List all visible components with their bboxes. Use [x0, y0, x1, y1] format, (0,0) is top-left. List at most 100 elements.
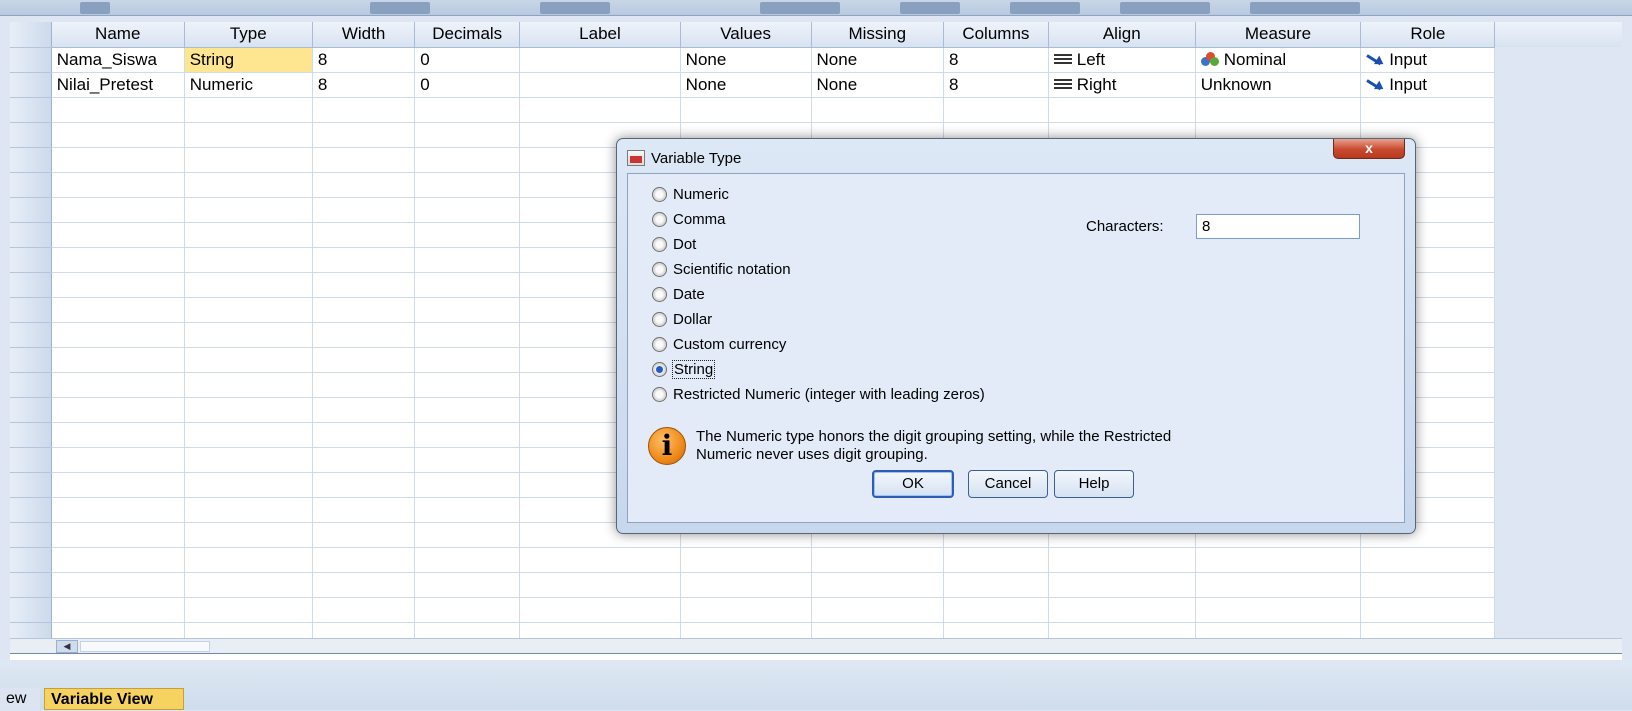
empty-cell[interactable]: [414, 272, 521, 298]
empty-cell[interactable]: [51, 547, 185, 573]
toolbar-icon[interactable]: [540, 2, 610, 14]
toolbar-icon[interactable]: [760, 2, 840, 14]
empty-cell[interactable]: [414, 297, 521, 323]
cell-width[interactable]: 8: [312, 47, 416, 73]
row-header[interactable]: [10, 147, 52, 173]
empty-cell[interactable]: [680, 572, 812, 598]
characters-input[interactable]: [1196, 214, 1360, 239]
empty-cell[interactable]: [312, 147, 416, 173]
empty-cell[interactable]: [184, 472, 313, 498]
empty-cell[interactable]: [312, 172, 416, 198]
cell-name[interactable]: Nama_Siswa: [51, 47, 185, 73]
row-header[interactable]: [10, 272, 52, 298]
empty-cell[interactable]: [414, 172, 521, 198]
empty-cell[interactable]: [519, 547, 681, 573]
row-header[interactable]: [10, 197, 52, 223]
empty-cell[interactable]: [312, 547, 416, 573]
empty-cell[interactable]: [51, 172, 185, 198]
row-header[interactable]: [10, 72, 52, 98]
col-header-decimals[interactable]: Decimals: [414, 22, 521, 48]
empty-cell[interactable]: [312, 422, 416, 448]
empty-cell[interactable]: [414, 197, 521, 223]
cell-values[interactable]: None: [680, 47, 812, 73]
tab-data-view[interactable]: ew: [0, 688, 40, 710]
cell-label[interactable]: [519, 47, 681, 73]
empty-cell[interactable]: [1195, 97, 1362, 123]
row-header[interactable]: [10, 497, 52, 523]
empty-cell[interactable]: [184, 547, 313, 573]
empty-cell[interactable]: [312, 447, 416, 473]
cell-missing[interactable]: None: [811, 47, 945, 73]
empty-cell[interactable]: [414, 472, 521, 498]
empty-cell[interactable]: [680, 597, 812, 623]
empty-cell[interactable]: [811, 547, 945, 573]
cell-role[interactable]: Input: [1360, 47, 1496, 73]
empty-cell[interactable]: [519, 97, 681, 123]
empty-cell[interactable]: [51, 422, 185, 448]
row-header[interactable]: [10, 447, 52, 473]
row-header[interactable]: [10, 372, 52, 398]
empty-cell[interactable]: [414, 372, 521, 398]
col-header-width[interactable]: Width: [312, 22, 416, 48]
empty-cell[interactable]: [51, 572, 185, 598]
row-header[interactable]: [10, 97, 52, 123]
empty-cell[interactable]: [1360, 572, 1496, 598]
row-header[interactable]: [10, 122, 52, 148]
row-header[interactable]: [10, 547, 52, 573]
empty-cell[interactable]: [414, 572, 521, 598]
col-header-missing[interactable]: Missing: [811, 22, 945, 48]
empty-cell[interactable]: [680, 97, 812, 123]
empty-cell[interactable]: [184, 447, 313, 473]
empty-cell[interactable]: [312, 222, 416, 248]
empty-cell[interactable]: [312, 372, 416, 398]
ok-button[interactable]: OK: [872, 470, 954, 498]
empty-cell[interactable]: [184, 297, 313, 323]
row-header[interactable]: [10, 522, 52, 548]
empty-cell[interactable]: [184, 397, 313, 423]
empty-cell[interactable]: [811, 597, 945, 623]
col-header-columns[interactable]: Columns: [943, 22, 1049, 48]
row-header[interactable]: [10, 572, 52, 598]
cell-width[interactable]: 8: [312, 72, 416, 98]
toolbar-icon[interactable]: [1250, 2, 1360, 14]
toolbar-icon[interactable]: [900, 2, 960, 14]
empty-cell[interactable]: [414, 547, 521, 573]
empty-cell[interactable]: [414, 322, 521, 348]
empty-cell[interactable]: [51, 247, 185, 273]
empty-cell[interactable]: [184, 422, 313, 448]
empty-cell[interactable]: [312, 597, 416, 623]
empty-cell[interactable]: [184, 522, 313, 548]
scroll-thumb[interactable]: [80, 641, 210, 652]
empty-cell[interactable]: [414, 522, 521, 548]
empty-cell[interactable]: [51, 197, 185, 223]
empty-cell[interactable]: [943, 597, 1049, 623]
cell-measure[interactable]: Unknown: [1195, 72, 1362, 98]
empty-cell[interactable]: [51, 397, 185, 423]
empty-cell[interactable]: [51, 347, 185, 373]
row-header[interactable]: [10, 47, 52, 73]
empty-cell[interactable]: [312, 322, 416, 348]
toolbar-icon[interactable]: [370, 2, 430, 14]
empty-cell[interactable]: [414, 247, 521, 273]
col-header-values[interactable]: Values: [680, 22, 812, 48]
empty-cell[interactable]: [312, 247, 416, 273]
empty-cell[interactable]: [414, 497, 521, 523]
empty-cell[interactable]: [184, 247, 313, 273]
empty-cell[interactable]: [51, 122, 185, 148]
row-header[interactable]: [10, 322, 52, 348]
cell-columns[interactable]: 8: [943, 72, 1049, 98]
empty-cell[interactable]: [312, 272, 416, 298]
empty-cell[interactable]: [184, 197, 313, 223]
empty-cell[interactable]: [414, 122, 521, 148]
empty-cell[interactable]: [51, 472, 185, 498]
cell-align[interactable]: Left: [1048, 47, 1196, 73]
empty-cell[interactable]: [312, 122, 416, 148]
dialog-title-bar[interactable]: Variable Type: [627, 147, 741, 171]
empty-cell[interactable]: [184, 597, 313, 623]
empty-cell[interactable]: [312, 197, 416, 223]
empty-cell[interactable]: [184, 172, 313, 198]
empty-cell[interactable]: [312, 347, 416, 373]
empty-cell[interactable]: [51, 322, 185, 348]
empty-cell[interactable]: [1048, 597, 1196, 623]
empty-cell[interactable]: [51, 97, 185, 123]
